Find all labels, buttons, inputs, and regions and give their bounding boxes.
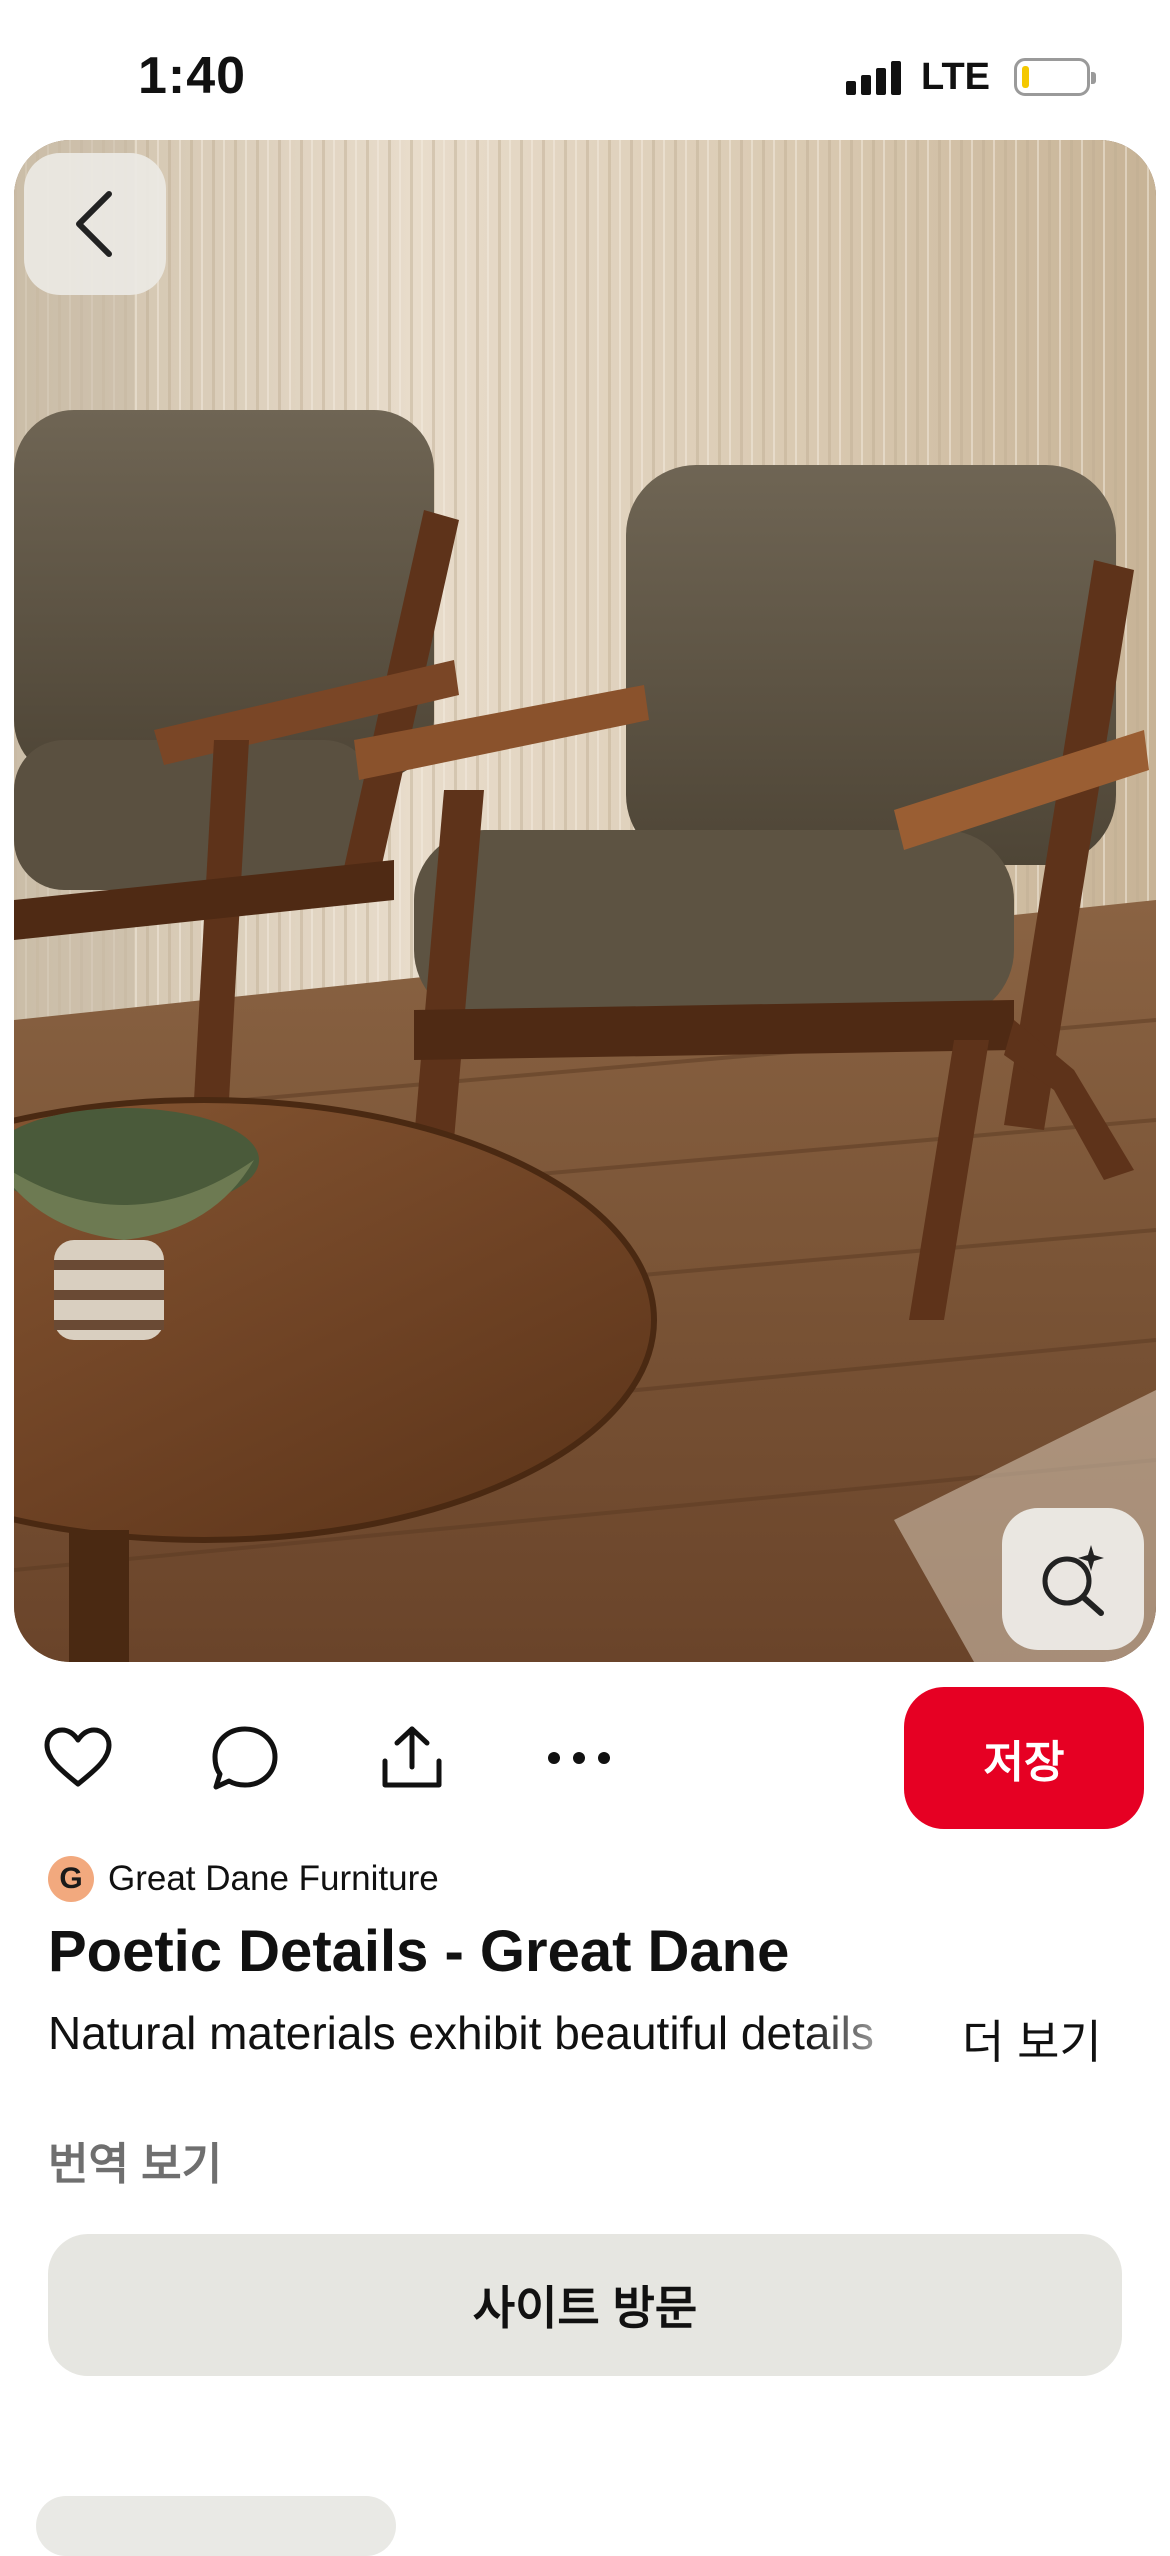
next-card-peek[interactable] (36, 2496, 396, 2556)
save-button[interactable]: 저장 (904, 1687, 1144, 1829)
sparkle-search-icon (1042, 1545, 1104, 1616)
heart-icon[interactable] (40, 1720, 116, 1796)
status-time: 1:40 (138, 47, 247, 105)
share-icon[interactable] (374, 1720, 450, 1796)
visual-search-button[interactable] (1002, 1508, 1144, 1650)
more-link[interactable]: 더 보기 (962, 2006, 1102, 2072)
status-indicators: LTE (846, 54, 1096, 100)
chevron-left-icon (76, 191, 112, 257)
back-button[interactable] (24, 153, 166, 295)
creator-name[interactable]: Great Dane Furniture (108, 1859, 439, 1899)
action-row: 저장 (0, 1684, 1170, 1830)
translate-link[interactable]: 번역 보기 (48, 2128, 222, 2192)
description-row: Natural materials exhibit beautiful deta… (48, 2006, 1128, 2068)
signal-icon (846, 59, 902, 95)
pin-description: Natural materials exhibit beautiful deta… (48, 2007, 874, 2059)
avatar[interactable]: G (48, 1856, 94, 1902)
pin-title: Poetic Details - Great Dane (48, 1919, 790, 1984)
more-icon[interactable] (541, 1720, 617, 1796)
creator[interactable]: G Great Dane Furniture (48, 1854, 439, 1904)
pin-image[interactable] (14, 140, 1156, 1662)
network-type: LTE (921, 55, 990, 98)
battery-icon (1014, 58, 1096, 96)
visit-site-button[interactable]: 사이트 방문 (48, 2234, 1122, 2376)
status-bar: 1:40 LTE (0, 0, 1170, 140)
comment-icon[interactable] (207, 1720, 283, 1796)
